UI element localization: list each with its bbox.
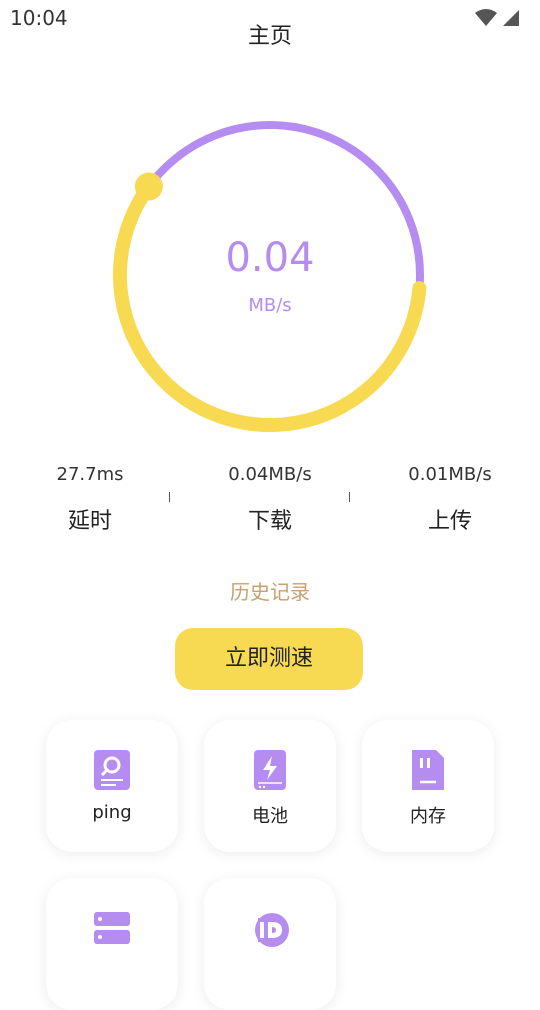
speed-unit: MB/s (248, 295, 292, 316)
upload-value: 0.01MB/s (408, 464, 492, 485)
storage-icon (94, 912, 130, 944)
history-link[interactable]: 历史记录 (0, 576, 540, 605)
ping-icon (94, 750, 130, 790)
upload-label: 上传 (427, 509, 472, 534)
tool-label: ping (92, 802, 132, 823)
gauge-knob[interactable] (134, 172, 163, 201)
battery-icon (254, 750, 286, 790)
tool-label: 内存 (410, 806, 446, 827)
ip-icon (255, 913, 289, 947)
speedtest-button[interactable]: 立即测速 (175, 628, 363, 690)
stats-row: 27.7ms 延时 0.04MB/s 下载 0.01MB/s 上传 (0, 460, 540, 540)
memory-icon (412, 750, 444, 790)
download-label: 下载 (247, 509, 292, 534)
tool-ping[interactable]: ping (46, 720, 178, 852)
speed-gauge: 0.04 MB/s (110, 115, 430, 435)
latency-value: 27.7ms (56, 464, 124, 485)
tool-ip[interactable] (204, 878, 336, 1010)
upload-stat: 0.01MB/s 上传 (360, 460, 540, 535)
stat-divider (169, 492, 170, 502)
tool-memory[interactable]: 内存 (362, 720, 494, 852)
stat-divider (349, 492, 350, 502)
latency-stat: 27.7ms 延时 (0, 460, 180, 535)
tool-storage[interactable] (46, 878, 178, 1010)
download-stat: 0.04MB/s 下载 (180, 460, 360, 535)
tool-label: 电池 (252, 806, 288, 827)
tool-battery[interactable]: 电池 (204, 720, 336, 852)
latency-label: 延时 (67, 509, 112, 534)
speed-value: 0.04 (225, 235, 315, 281)
page-title: 主页 (247, 24, 292, 49)
download-value: 0.04MB/s (228, 464, 312, 485)
